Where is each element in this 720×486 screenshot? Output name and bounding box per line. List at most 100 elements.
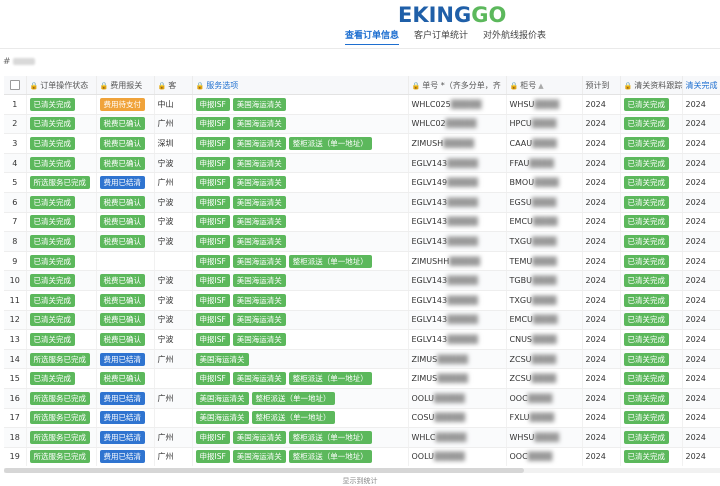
service-tag[interactable]: 整柜派送（单一地址） bbox=[288, 136, 372, 150]
order-status-tag[interactable]: 已清关完成 bbox=[29, 372, 75, 386]
service-tag[interactable]: 整柜派送（单一地址） bbox=[251, 411, 335, 425]
table-row[interactable]: 5 所选服务已完成 费用已结清 广州 申报ISF 美国海运清关 EGLV149█████ BM… bbox=[4, 172, 720, 193]
service-tag[interactable]: 申报ISF bbox=[195, 313, 230, 327]
order-status-tag[interactable]: 已清关完成 bbox=[29, 97, 75, 111]
container-no[interactable]: EGSU bbox=[510, 198, 532, 207]
order-status-tag[interactable]: 已清关完成 bbox=[29, 117, 75, 131]
service-tag[interactable]: 申报ISF bbox=[195, 97, 230, 111]
container-no[interactable]: WHSU bbox=[510, 433, 535, 442]
table-row[interactable]: 17 所选服务已完成 费用已结清 美国海运清关 整柜派送（单一地址） COSU█████ F… bbox=[4, 408, 720, 429]
table-row[interactable]: 3 已清关完成 税费已确认 深圳 申报ISF 美国海运清关 整柜派送（单一地址） ZIMUSH… bbox=[4, 133, 720, 154]
bill-no[interactable]: COSU bbox=[412, 413, 435, 422]
fee-status-tag[interactable]: 费用已结清 bbox=[99, 411, 145, 425]
table-row[interactable]: 10 已清关完成 税费已确认 宁波 申报ISF 美国海运清关 EGLV143█████ TGB… bbox=[4, 270, 720, 291]
clearance-tag[interactable]: 已清关完成 bbox=[623, 274, 669, 288]
bill-no[interactable]: EGLV143 bbox=[412, 237, 448, 246]
clearance-tag[interactable]: 已清关完成 bbox=[623, 117, 669, 131]
table-row[interactable]: 4 已清关完成 税费已确认 宁波 申报ISF 美国海运清关 EGLV143█████ FFAU… bbox=[4, 153, 720, 174]
header-eta[interactable]: 预计到 bbox=[582, 76, 621, 95]
container-no[interactable]: OOC bbox=[510, 452, 528, 461]
bill-no[interactable]: WHLC02 bbox=[412, 119, 446, 128]
order-status-tag[interactable]: 已清关完成 bbox=[29, 313, 75, 327]
container-no[interactable]: EMCU bbox=[510, 217, 533, 226]
bill-no[interactable]: OOLU bbox=[412, 394, 435, 403]
order-status-tag[interactable]: 所选服务已完成 bbox=[29, 430, 90, 444]
service-tag[interactable]: 申报ISF bbox=[195, 117, 230, 131]
clearance-tag[interactable]: 已清关完成 bbox=[623, 234, 669, 248]
fee-status-tag[interactable]: 税费已确认 bbox=[99, 313, 145, 327]
fee-status-tag[interactable]: 税费已确认 bbox=[99, 234, 145, 248]
bill-no[interactable]: EGLV143 bbox=[412, 159, 448, 168]
service-tag[interactable]: 美国海运清关 bbox=[232, 430, 286, 444]
table-row[interactable]: 7 已清关完成 税费已确认 宁波 申报ISF 美国海运清关 EGLV143█████ EMCU… bbox=[4, 212, 720, 233]
table-row[interactable]: 2 已清关完成 税费已确认 广州 申报ISF 美国海运清关 WHLC02█████ HPCU█… bbox=[4, 114, 720, 135]
container-no[interactable]: CNUS bbox=[510, 335, 533, 344]
order-status-tag[interactable]: 已清关完成 bbox=[29, 215, 75, 229]
header-container-no[interactable]: 🔒 柜号 ▲ bbox=[506, 76, 583, 95]
select-all-checkbox[interactable] bbox=[9, 80, 20, 90]
bill-no[interactable]: ZIMUS bbox=[412, 355, 438, 364]
bill-no[interactable]: EGLV149 bbox=[412, 178, 448, 187]
table-row[interactable]: 9 已清关完成 申报ISF 美国海运清关 整柜派送（单一地址） ZIMUSHH█████ T… bbox=[4, 251, 720, 272]
sort-icon[interactable]: ▲ bbox=[538, 82, 543, 90]
fee-status-tag[interactable]: 税费已确认 bbox=[99, 332, 145, 346]
nav-view-orders[interactable]: 查看订单信息 bbox=[345, 28, 400, 45]
order-status-tag[interactable]: 所选服务已完成 bbox=[29, 391, 90, 405]
table-row[interactable]: 12 已清关完成 税费已确认 宁波 申报ISF 美国海运清关 EGLV143█████ EMC… bbox=[4, 310, 720, 331]
container-no[interactable]: TEMU bbox=[510, 257, 533, 266]
service-tag[interactable]: 整柜派送（单一地址） bbox=[251, 391, 335, 405]
service-tag[interactable]: 美国海运清关 bbox=[232, 450, 286, 464]
table-row[interactable]: 13 已清关完成 税费已确认 宁波 申报ISF 美国海运清关 EGLV143█████ CNU… bbox=[4, 329, 720, 350]
service-tag[interactable]: 申报ISF bbox=[195, 430, 230, 444]
fee-status-tag[interactable]: 税费已确认 bbox=[99, 156, 145, 170]
order-status-tag[interactable]: 已清关完成 bbox=[29, 332, 75, 346]
clearance-tag[interactable]: 已清关完成 bbox=[623, 293, 669, 307]
bill-no[interactable]: EGLV143 bbox=[412, 335, 448, 344]
service-tag[interactable]: 美国海运清关 bbox=[232, 156, 286, 170]
container-no[interactable]: WHSU bbox=[510, 100, 535, 109]
container-no[interactable]: CAAU bbox=[510, 139, 533, 148]
service-tag[interactable]: 申报ISF bbox=[195, 372, 230, 386]
container-no[interactable]: OOC bbox=[510, 394, 528, 403]
table-row[interactable]: 8 已清关完成 税费已确认 宁波 申报ISF 美国海运清关 EGLV143█████ TXGU… bbox=[4, 231, 720, 252]
bill-no[interactable]: ZIMUSH bbox=[412, 139, 444, 148]
service-tag[interactable]: 整柜派送（单一地址） bbox=[288, 372, 372, 386]
fee-status-tag[interactable]: 费用已结清 bbox=[99, 176, 145, 190]
header-bill-no[interactable]: 🔒 单号 *（齐多分单，齐 bbox=[408, 76, 507, 95]
clearance-tag[interactable]: 已清关完成 bbox=[623, 156, 669, 170]
service-tag[interactable]: 整柜派送（单一地址） bbox=[288, 430, 372, 444]
clearance-tag[interactable]: 已清关完成 bbox=[623, 450, 669, 464]
fee-status-tag[interactable]: 税费已确认 bbox=[99, 117, 145, 131]
fee-status-tag[interactable]: 税费已确认 bbox=[99, 372, 145, 386]
clearance-tag[interactable]: 已清关完成 bbox=[623, 430, 669, 444]
fee-status-tag[interactable]: 税费已确认 bbox=[99, 136, 145, 150]
clearance-tag[interactable]: 已清关完成 bbox=[623, 195, 669, 209]
service-tag[interactable]: 美国海运清关 bbox=[232, 176, 286, 190]
bill-no[interactable]: ZIMUS bbox=[412, 374, 438, 383]
service-tag[interactable]: 美国海运清关 bbox=[232, 215, 286, 229]
order-status-tag[interactable]: 所选服务已完成 bbox=[29, 450, 90, 464]
container-no[interactable]: BMOU bbox=[510, 178, 535, 187]
table-row[interactable]: 19 所选服务已完成 费用已结清 广州 申报ISF 美国海运清关 整柜派送（单一地址） OOL… bbox=[4, 447, 720, 466]
clearance-tag[interactable]: 已清关完成 bbox=[623, 332, 669, 346]
container-no[interactable]: ZCSU bbox=[510, 374, 532, 383]
container-no[interactable]: EMCU bbox=[510, 315, 533, 324]
table-row[interactable]: 11 已清关完成 税费已确认 宁波 申报ISF 美国海运清关 EGLV143█████ TXG… bbox=[4, 290, 720, 311]
service-tag[interactable]: 申报ISF bbox=[195, 293, 230, 307]
fee-status-tag[interactable]: 费用已结清 bbox=[99, 450, 145, 464]
service-tag[interactable]: 美国海运清关 bbox=[232, 254, 286, 268]
container-no[interactable]: FXLU bbox=[510, 413, 530, 422]
bill-no[interactable]: EGLV143 bbox=[412, 296, 448, 305]
bill-no[interactable]: EGLV143 bbox=[412, 276, 448, 285]
service-tag[interactable]: 整柜派送（单一地址） bbox=[288, 254, 372, 268]
header-fee-status[interactable]: 🔒 费用报关 bbox=[96, 76, 155, 95]
header-service[interactable]: 🔒 服务选项 bbox=[192, 76, 409, 95]
fee-status-tag[interactable]: 税费已确认 bbox=[99, 215, 145, 229]
order-status-tag[interactable]: 所选服务已完成 bbox=[29, 352, 90, 366]
clearance-tag[interactable]: 已清关完成 bbox=[623, 352, 669, 366]
clearance-tag[interactable]: 已清关完成 bbox=[623, 136, 669, 150]
service-tag[interactable]: 美国海运清关 bbox=[232, 293, 286, 307]
scrollbar-thumb[interactable] bbox=[4, 468, 524, 473]
container-no[interactable]: TGBU bbox=[510, 276, 532, 285]
service-tag[interactable]: 美国海运清关 bbox=[232, 97, 286, 111]
